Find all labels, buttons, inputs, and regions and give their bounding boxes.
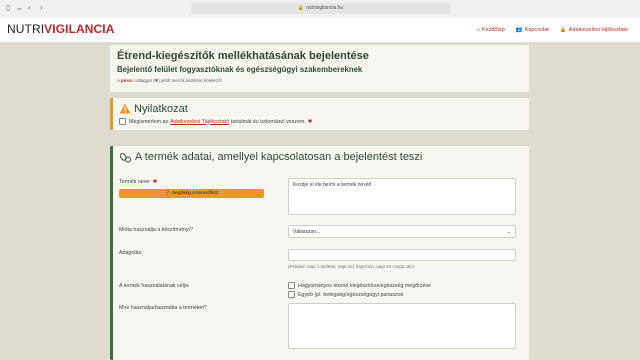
required-star-icon: ✱ xyxy=(307,118,313,125)
intro-card: Étrend-kiegészítők mellékhatásának bejel… xyxy=(110,45,529,92)
purpose-checkbox-1[interactable] xyxy=(288,282,295,289)
purpose-option-2[interactable]: Egyéb (pl. betegség/egészségügyi panaszo… xyxy=(288,291,403,298)
chevron-down-icon: ⌄ xyxy=(506,229,511,235)
site-header: NUTRIVIGILANCIA ⌂ Kezdőlap 👥 Kapcsolat 🔒 Ad… xyxy=(0,17,640,43)
lock-icon: 🔒 xyxy=(559,27,567,33)
question-icon: ❓ xyxy=(164,191,171,196)
since-select[interactable]: Válasszon... ⌄ xyxy=(288,225,516,238)
site-logo[interactable]: NUTRIVIGILANCIA xyxy=(7,23,115,36)
product-name-input[interactable]: Kezdje el ide beírni a termék nevét! xyxy=(288,178,516,215)
back-icon[interactable]: ‹ xyxy=(28,3,31,13)
page-title: Étrend-kiegészítők mellékhatásának bejel… xyxy=(117,50,369,62)
address-bar[interactable]: 🔒 nutrivigilancia.hu xyxy=(191,3,450,14)
disclaimer-title: Nyilatkozat xyxy=(134,103,188,115)
accept-checkbox[interactable] xyxy=(119,118,126,125)
since-label: Mióta használja a készítményt? xyxy=(119,227,193,233)
dose-label: Adagolás: xyxy=(119,250,143,256)
sidebar-toggle-icon[interactable]: ▯ xyxy=(6,3,10,13)
purpose-checkbox-2[interactable] xyxy=(288,291,295,298)
nav-home[interactable]: ⌂ Kezdőlap xyxy=(477,26,505,34)
url-text: nutrivigilancia.hu xyxy=(305,5,344,11)
privacy-link[interactable]: Adatkezelési Tájékoztató xyxy=(170,119,229,125)
forward-icon[interactable]: › xyxy=(40,3,43,13)
purpose-option-1[interactable]: Hagyományos étrend kiegészítése/egészség… xyxy=(288,282,431,289)
product-name-label: Termék neve: ✱ xyxy=(119,179,158,185)
reason-textarea[interactable] xyxy=(288,303,516,349)
main-nav: ⌂ Kezdőlap 👥 Kapcsolat 🔒 Adatkezelési tájék… xyxy=(477,26,628,34)
nav-privacy[interactable]: 🔒 Adatkezelési tájékoztató xyxy=(560,26,628,34)
browser-toolbar: ▯ ⌄ ‹ › 🔒 nutrivigilancia.hu xyxy=(0,0,640,18)
users-icon: 👥 xyxy=(515,27,523,33)
product-card: A termék adatai, amellyel kapcsolatosan … xyxy=(110,146,529,360)
product-section-title: A termék adatai, amellyel kapcsolatosan … xyxy=(120,151,422,163)
warning-icon xyxy=(119,103,131,114)
disclaimer-row: Megismertem az Adatkezelési Tájékoztató … xyxy=(119,118,312,125)
lock-icon: 🔒 xyxy=(297,5,304,11)
reason-label: Mire használja/használta a terméket? xyxy=(119,305,207,311)
page-subtitle: Bejelentő felület fogyasztóknak és egész… xyxy=(117,65,363,74)
disclaimer-card: Nyilatkozat Megismertem az Adatkezelési … xyxy=(110,98,529,130)
purpose-label: A termék használatának célja: xyxy=(119,283,190,289)
home-icon: ⌂ xyxy=(476,27,480,33)
required-note: A piros csillaggal (✱) jelölt mezők kitö… xyxy=(117,78,222,83)
sidebar-menu-chevron-icon[interactable]: ⌄ xyxy=(16,3,23,13)
dose-hint: (Például: napi 1 tabletta, napi 2x1 kaps… xyxy=(288,264,415,269)
nav-contact[interactable]: 👥 Kapcsolat xyxy=(516,26,549,34)
dose-input[interactable] xyxy=(288,249,516,261)
required-star-icon: ✱ xyxy=(152,179,158,185)
pills-icon xyxy=(120,152,131,162)
search-help-button[interactable]: ❓ Segítség a keresőhöz xyxy=(119,189,264,198)
